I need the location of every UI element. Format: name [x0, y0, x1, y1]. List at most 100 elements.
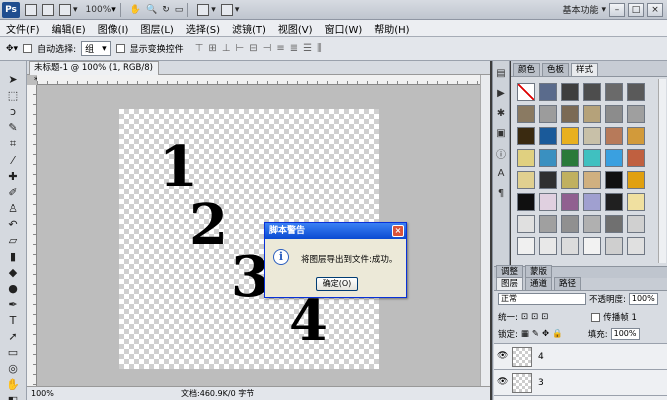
align-center-icon[interactable]: ⊟ — [249, 43, 257, 54]
style-swatch[interactable] — [561, 127, 579, 145]
ruler-tool-button[interactable]: ▭ — [175, 3, 184, 17]
style-swatch[interactable] — [517, 193, 535, 211]
distribute-icon[interactable]: ≡ — [276, 43, 284, 54]
style-swatch[interactable] — [517, 105, 535, 123]
history-brush-tool-icon[interactable]: ↶ — [4, 218, 22, 231]
styles-scrollbar[interactable] — [658, 79, 666, 263]
style-swatch[interactable] — [583, 105, 601, 123]
mini-bridge-button[interactable] — [42, 3, 54, 17]
color-swatches-icon[interactable]: ◧ — [4, 394, 22, 400]
type-tool-icon[interactable]: T — [4, 314, 22, 327]
align-top-icon[interactable]: ⊤ — [195, 43, 204, 54]
unify-visibility-icon[interactable]: ⊡ — [531, 312, 538, 322]
status-zoom[interactable]: 100% — [31, 389, 54, 398]
actions-panel-icon[interactable]: ▶ — [495, 87, 507, 99]
marquee-tool-icon[interactable]: ⬚ — [4, 89, 22, 102]
style-swatch[interactable] — [561, 215, 579, 233]
crop-tool-icon[interactable]: ⌗ — [4, 137, 22, 151]
path-select-tool-icon[interactable]: ➚ — [4, 330, 22, 343]
brush-panel-icon[interactable]: ✱ — [495, 107, 507, 119]
show-transform-checkbox[interactable] — [115, 44, 125, 53]
move-tool-preset-icon[interactable]: ✥▾ — [6, 44, 18, 54]
lock-all-icon[interactable]: 🔒 — [552, 329, 563, 339]
menu-image[interactable]: 图像(I) — [92, 21, 135, 36]
align-middle-icon[interactable]: ⊞ — [208, 43, 216, 54]
workspace-switcher[interactable]: 基本功能 ▾ – □ × — [562, 2, 663, 17]
style-swatch[interactable] — [583, 171, 601, 189]
eye-icon[interactable]: 👁 — [497, 351, 509, 363]
rotate-view-button[interactable]: ↻ — [162, 3, 170, 17]
screen-mode-button[interactable]: ▾ — [220, 3, 239, 17]
healing-tool-icon[interactable]: ✚ — [4, 170, 22, 183]
zoom-level[interactable]: 100% — [86, 5, 112, 15]
hand-tool-button[interactable]: ✋ — [130, 3, 141, 17]
style-swatch[interactable] — [583, 149, 601, 167]
align-right-icon[interactable]: ⊣ — [263, 43, 272, 54]
history-panel-icon[interactable]: ▤ — [495, 67, 507, 79]
tab-styles[interactable]: 样式 — [571, 63, 599, 76]
style-swatch[interactable] — [627, 105, 645, 123]
menu-edit[interactable]: 编辑(E) — [46, 21, 92, 36]
style-swatch[interactable] — [605, 215, 623, 233]
style-swatch[interactable] — [561, 149, 579, 167]
style-swatch[interactable] — [605, 193, 623, 211]
blur-tool-icon[interactable]: ◆ — [4, 266, 22, 279]
style-swatch[interactable] — [517, 127, 535, 145]
style-swatch[interactable] — [539, 105, 557, 123]
layer-row[interactable]: 2 — [494, 395, 667, 400]
quick-select-tool-icon[interactable]: ✎ — [4, 121, 22, 134]
style-swatch[interactable] — [605, 105, 623, 123]
bridge-button[interactable] — [25, 3, 37, 17]
style-swatch[interactable] — [583, 193, 601, 211]
tab-layers[interactable]: 图层 — [496, 277, 524, 290]
shape-tool-icon[interactable]: ▭ — [4, 346, 22, 359]
style-swatch[interactable] — [517, 149, 535, 167]
style-swatch[interactable] — [561, 237, 579, 255]
tab-channels[interactable]: 通道 — [525, 277, 553, 290]
blend-mode-dropdown[interactable]: 正常 — [498, 293, 586, 305]
style-swatch[interactable] — [605, 149, 623, 167]
character-panel-icon[interactable]: A — [495, 167, 507, 179]
distribute-icon[interactable]: ≣ — [290, 43, 298, 54]
move-tool-icon[interactable]: ➤ — [4, 73, 22, 86]
style-swatch[interactable] — [583, 215, 601, 233]
paragraph-panel-icon[interactable]: ¶ — [495, 187, 507, 199]
style-swatch[interactable] — [627, 127, 645, 145]
hand-tool-icon[interactable]: ✋ — [4, 378, 22, 391]
style-swatch[interactable] — [539, 237, 557, 255]
distribute-icon[interactable]: ☰ — [303, 43, 312, 54]
unify-position-icon[interactable]: ⊡ — [521, 312, 528, 322]
close-button[interactable]: × — [647, 2, 663, 17]
style-swatch[interactable] — [627, 171, 645, 189]
brush-tool-icon[interactable]: ✐ — [4, 186, 22, 199]
style-swatch[interactable] — [517, 215, 535, 233]
propagate-frame-checkbox[interactable] — [591, 312, 601, 322]
style-swatch[interactable] — [539, 171, 557, 189]
eyedropper-tool-icon[interactable]: ⁄ — [4, 154, 22, 167]
style-swatch[interactable] — [539, 149, 557, 167]
tab-paths[interactable]: 路径 — [554, 277, 582, 290]
style-swatch[interactable] — [605, 237, 623, 255]
style-swatch[interactable] — [539, 215, 557, 233]
style-swatch[interactable] — [539, 127, 557, 145]
style-swatch[interactable] — [605, 171, 623, 189]
align-bottom-icon[interactable]: ⊥ — [222, 43, 231, 54]
clone-stamp-tool-icon[interactable]: ♙ — [4, 202, 22, 215]
auto-select-dropdown[interactable]: 组 ▾ — [81, 41, 111, 56]
info-panel-icon[interactable]: ⓘ — [495, 147, 507, 161]
ok-button[interactable]: 确定(O) — [316, 277, 358, 291]
lasso-tool-icon[interactable]: ↄ — [4, 105, 22, 118]
menu-select[interactable]: 选择(S) — [180, 21, 226, 36]
style-swatch[interactable] — [561, 83, 579, 101]
eye-icon[interactable]: 👁 — [497, 377, 509, 389]
fill-field[interactable]: 100% — [610, 328, 640, 340]
layer-row[interactable]: 👁 4 — [494, 343, 667, 369]
style-swatch[interactable] — [517, 171, 535, 189]
opacity-field[interactable]: 100% — [628, 293, 658, 305]
style-swatch[interactable] — [561, 193, 579, 211]
style-swatch[interactable] — [539, 83, 557, 101]
style-swatch[interactable] — [561, 171, 579, 189]
align-left-icon[interactable]: ⊢ — [236, 43, 245, 54]
style-swatch[interactable] — [605, 127, 623, 145]
unify-style-icon[interactable]: ⊡ — [541, 312, 548, 322]
